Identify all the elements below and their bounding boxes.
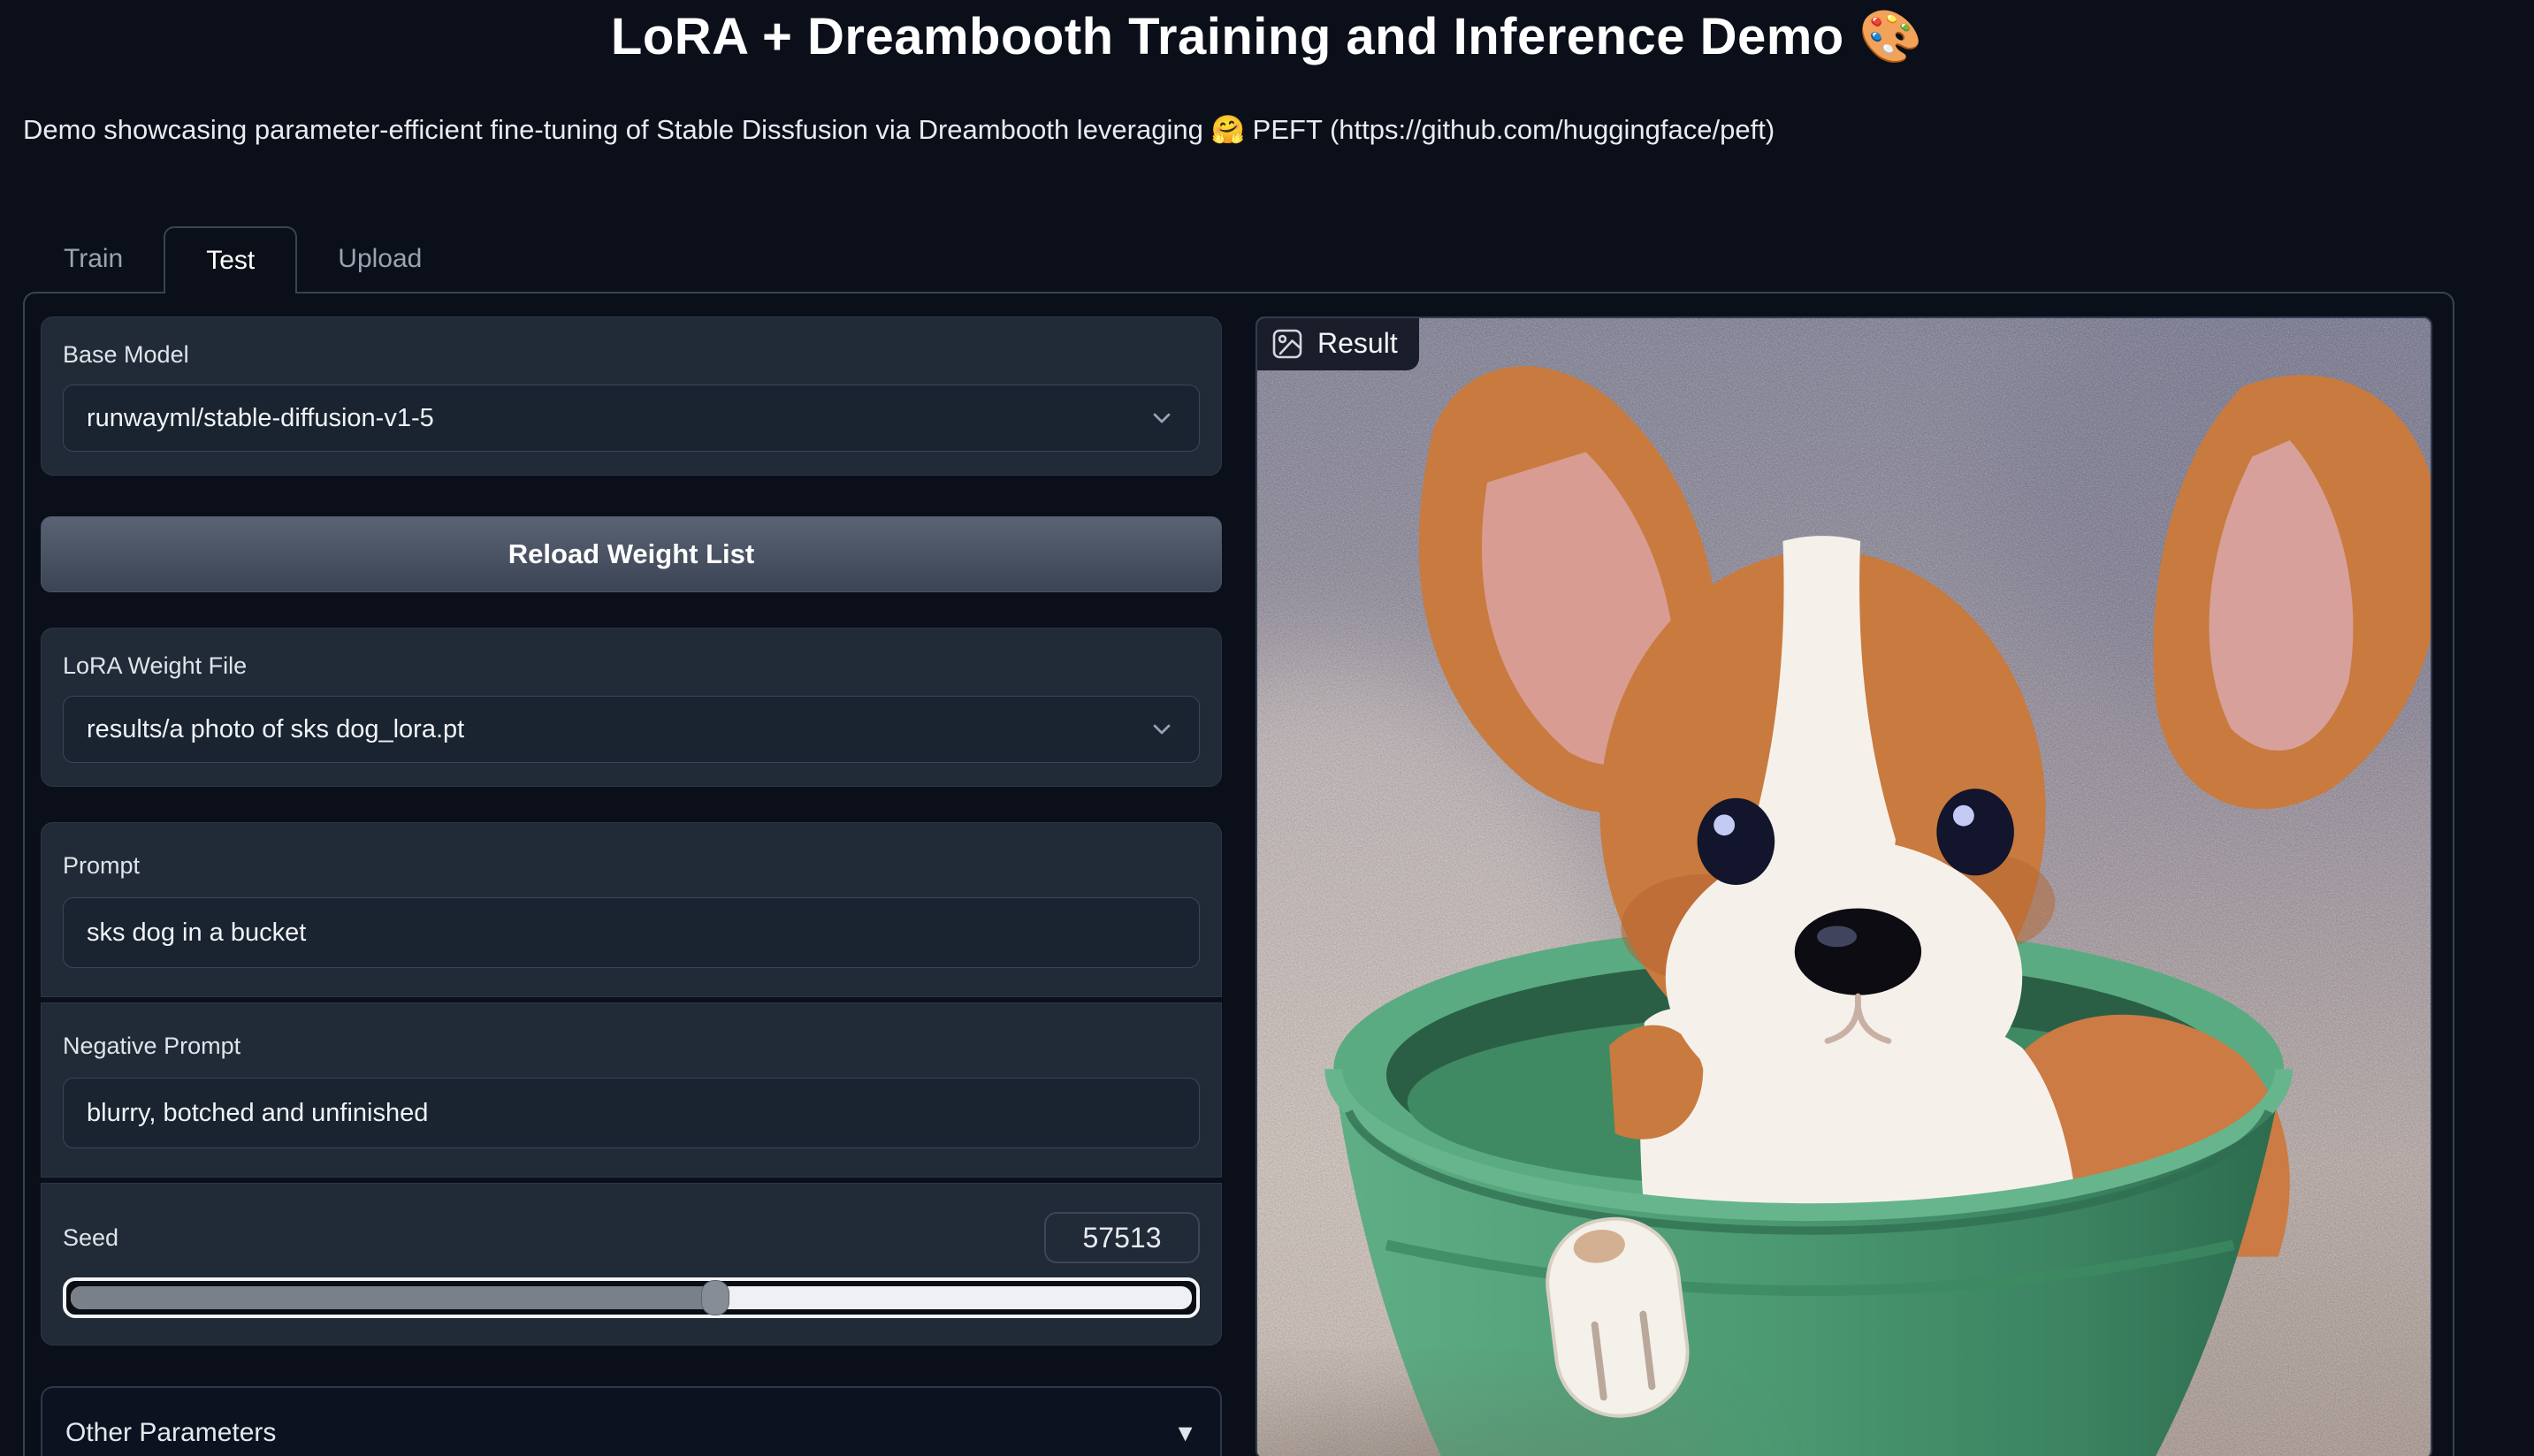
negative-prompt-input[interactable]: blurry, botched and unfinished <box>63 1078 1200 1148</box>
seed-slider[interactable] <box>63 1277 1200 1318</box>
prompt-input[interactable]: sks dog in a bucket <box>63 897 1200 968</box>
accordion-arrow-icon: ▼ <box>1173 1420 1197 1447</box>
lora-weight-file-value: results/a photo of sks dog_lora.pt <box>87 715 1148 744</box>
seed-slider-thumb[interactable] <box>701 1280 729 1315</box>
other-parameters-label: Other Parameters <box>65 1418 276 1448</box>
image-icon <box>1271 328 1303 360</box>
prompt-form: Prompt sks dog in a bucket Negative Prom… <box>41 822 1222 1345</box>
base-model-dropdown[interactable]: runwayml/stable-diffusion-v1-5 <box>63 385 1200 452</box>
seed-number-input[interactable] <box>1044 1212 1200 1263</box>
generated-dog-image <box>1257 318 2431 1456</box>
seed-label: Seed <box>63 1223 118 1252</box>
chevron-down-icon <box>1148 715 1176 743</box>
prompt-section: Prompt sks dog in a bucket <box>41 822 1222 997</box>
lora-weight-file-label: LoRA Weight File <box>63 652 1200 680</box>
page-description: Demo showcasing parameter-efficient fine… <box>23 113 2534 147</box>
base-model-group: Base Model runwayml/stable-diffusion-v1-… <box>41 316 1222 476</box>
tab-bar: Train Test Upload <box>23 225 2534 292</box>
negative-prompt-label: Negative Prompt <box>63 1032 1200 1060</box>
reload-weight-list-button[interactable]: Reload Weight List <box>41 516 1222 592</box>
controls-column: Base Model runwayml/stable-diffusion-v1-… <box>41 316 1222 1456</box>
lora-weight-file-dropdown[interactable]: results/a photo of sks dog_lora.pt <box>63 696 1200 763</box>
tab-train[interactable]: Train <box>23 226 164 292</box>
prompt-label: Prompt <box>63 851 1200 880</box>
seed-slider-track[interactable] <box>71 1286 1192 1309</box>
other-parameters-header[interactable]: Other Parameters ▼ <box>65 1418 1197 1448</box>
result-column: Result <box>1256 316 2437 1456</box>
page-title: LoRA + Dreambooth Training and Inference… <box>0 0 2534 67</box>
result-label: Result <box>1317 327 1398 360</box>
other-parameters-accordion: Other Parameters ▼ <box>41 1386 1222 1456</box>
chevron-down-icon <box>1148 404 1176 432</box>
base-model-label: Base Model <box>63 340 1200 369</box>
seed-slider-fill <box>71 1286 715 1309</box>
negative-prompt-section: Negative Prompt blurry, botched and unfi… <box>41 1002 1222 1178</box>
test-tab-panel: Base Model runwayml/stable-diffusion-v1-… <box>23 292 2454 1456</box>
result-image[interactable]: Result <box>1256 316 2432 1456</box>
base-model-value: runwayml/stable-diffusion-v1-5 <box>87 404 1148 433</box>
result-badge: Result <box>1257 318 1419 370</box>
seed-section: Seed <box>41 1183 1222 1345</box>
lora-weight-file-group: LoRA Weight File results/a photo of sks … <box>41 628 1222 787</box>
tab-upload[interactable]: Upload <box>297 226 462 292</box>
tab-test[interactable]: Test <box>164 226 297 293</box>
